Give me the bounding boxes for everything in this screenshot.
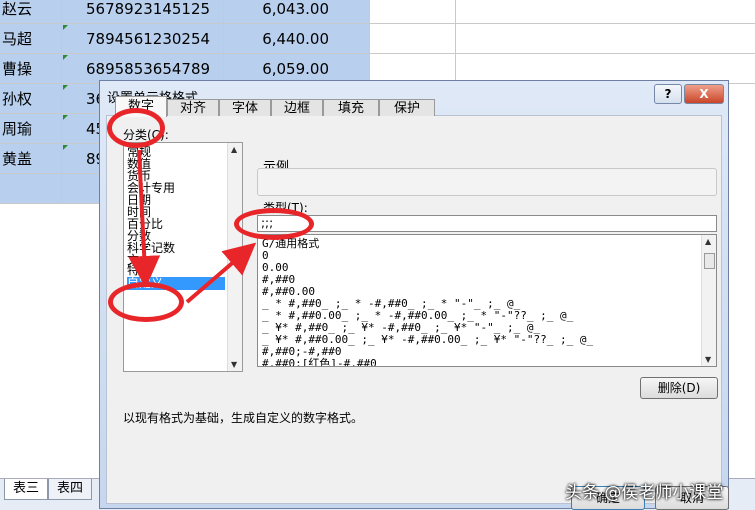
- close-button[interactable]: X: [684, 84, 724, 104]
- amount-cell[interactable]: 6,043.00: [224, 0, 370, 24]
- category-scrollbar[interactable]: ▲ ▼: [227, 143, 242, 371]
- list-item[interactable]: #,##0;[红色]-#,##0: [262, 357, 377, 366]
- empty-cell[interactable]: [456, 24, 755, 54]
- sheet-tab[interactable]: 表四: [48, 479, 93, 500]
- scroll-down-icon[interactable]: ▼: [705, 355, 711, 364]
- tab-border[interactable]: 边框: [271, 99, 323, 116]
- dialog-body: 数字 对齐 字体 边框 填充 保护 分类(C): 常规 数值 货币 会计专用 日…: [106, 96, 729, 510]
- empty-cell[interactable]: [456, 0, 755, 24]
- tab-fill[interactable]: 填充: [323, 99, 379, 116]
- sample-box: [257, 168, 717, 196]
- watermark: 头条 @侯老师小课堂: [565, 483, 724, 503]
- name-cell[interactable]: 孙权: [0, 84, 62, 114]
- type-input[interactable]: ;;;: [257, 215, 717, 232]
- delete-button[interactable]: 删除(D): [640, 377, 718, 399]
- format-cells-dialog: 设置单元格格式 ? X 数字 对齐 字体 边框 填充 保护 分类(C): 常规 …: [99, 80, 729, 510]
- scroll-up-icon[interactable]: ▲: [705, 237, 711, 246]
- highlight-circle: [107, 108, 165, 148]
- tab-font[interactable]: 字体: [219, 99, 271, 116]
- error-indicator-icon: [63, 55, 68, 60]
- table-row: 马超 7894561230254 6,440.00: [0, 24, 755, 54]
- tab-protection[interactable]: 保护: [379, 99, 435, 116]
- help-button[interactable]: ?: [654, 84, 682, 104]
- scroll-thumb[interactable]: [704, 253, 715, 269]
- error-indicator-icon: [63, 145, 68, 150]
- amount-cell[interactable]: 6,440.00: [224, 24, 370, 54]
- format-list[interactable]: G/通用格式 0 0.00 #,##0 #,##0.00 _ * #,##0_ …: [257, 234, 717, 367]
- empty-cell[interactable]: [0, 174, 62, 204]
- id-value: 7894561230254: [86, 30, 211, 48]
- id-cell[interactable]: 7894561230254: [62, 24, 224, 54]
- tab-alignment[interactable]: 对齐: [167, 99, 219, 116]
- sheet-tab[interactable]: 表三: [4, 479, 49, 500]
- name-cell[interactable]: 曹操: [0, 54, 62, 84]
- scroll-up-icon[interactable]: ▲: [231, 145, 237, 154]
- error-indicator-icon: [63, 25, 68, 30]
- name-cell[interactable]: 黄盖: [0, 144, 62, 174]
- empty-cell[interactable]: [370, 24, 456, 54]
- error-indicator-icon: [63, 115, 68, 120]
- id-value: 6895853654789: [86, 60, 211, 78]
- error-indicator-icon: [63, 85, 68, 90]
- table-row: 赵云 5678923145125 6,043.00: [0, 0, 755, 24]
- category-list[interactable]: 常规 数值 货币 会计专用 日期 时间 百分比 分数 科学记数 文本 特殊 自定…: [123, 142, 243, 372]
- description-text: 以现有格式为基础，生成自定义的数字格式。: [123, 411, 364, 425]
- id-cell[interactable]: 5678923145125: [62, 0, 224, 24]
- scroll-down-icon[interactable]: ▼: [231, 360, 237, 369]
- highlight-circle: [108, 282, 184, 322]
- empty-cell[interactable]: [370, 0, 456, 24]
- name-cell[interactable]: 赵云: [0, 0, 62, 24]
- name-cell[interactable]: 周瑜: [0, 114, 62, 144]
- highlight-circle: [234, 208, 314, 240]
- name-cell[interactable]: 马超: [0, 24, 62, 54]
- format-scrollbar[interactable]: ▲ ▼: [701, 235, 716, 366]
